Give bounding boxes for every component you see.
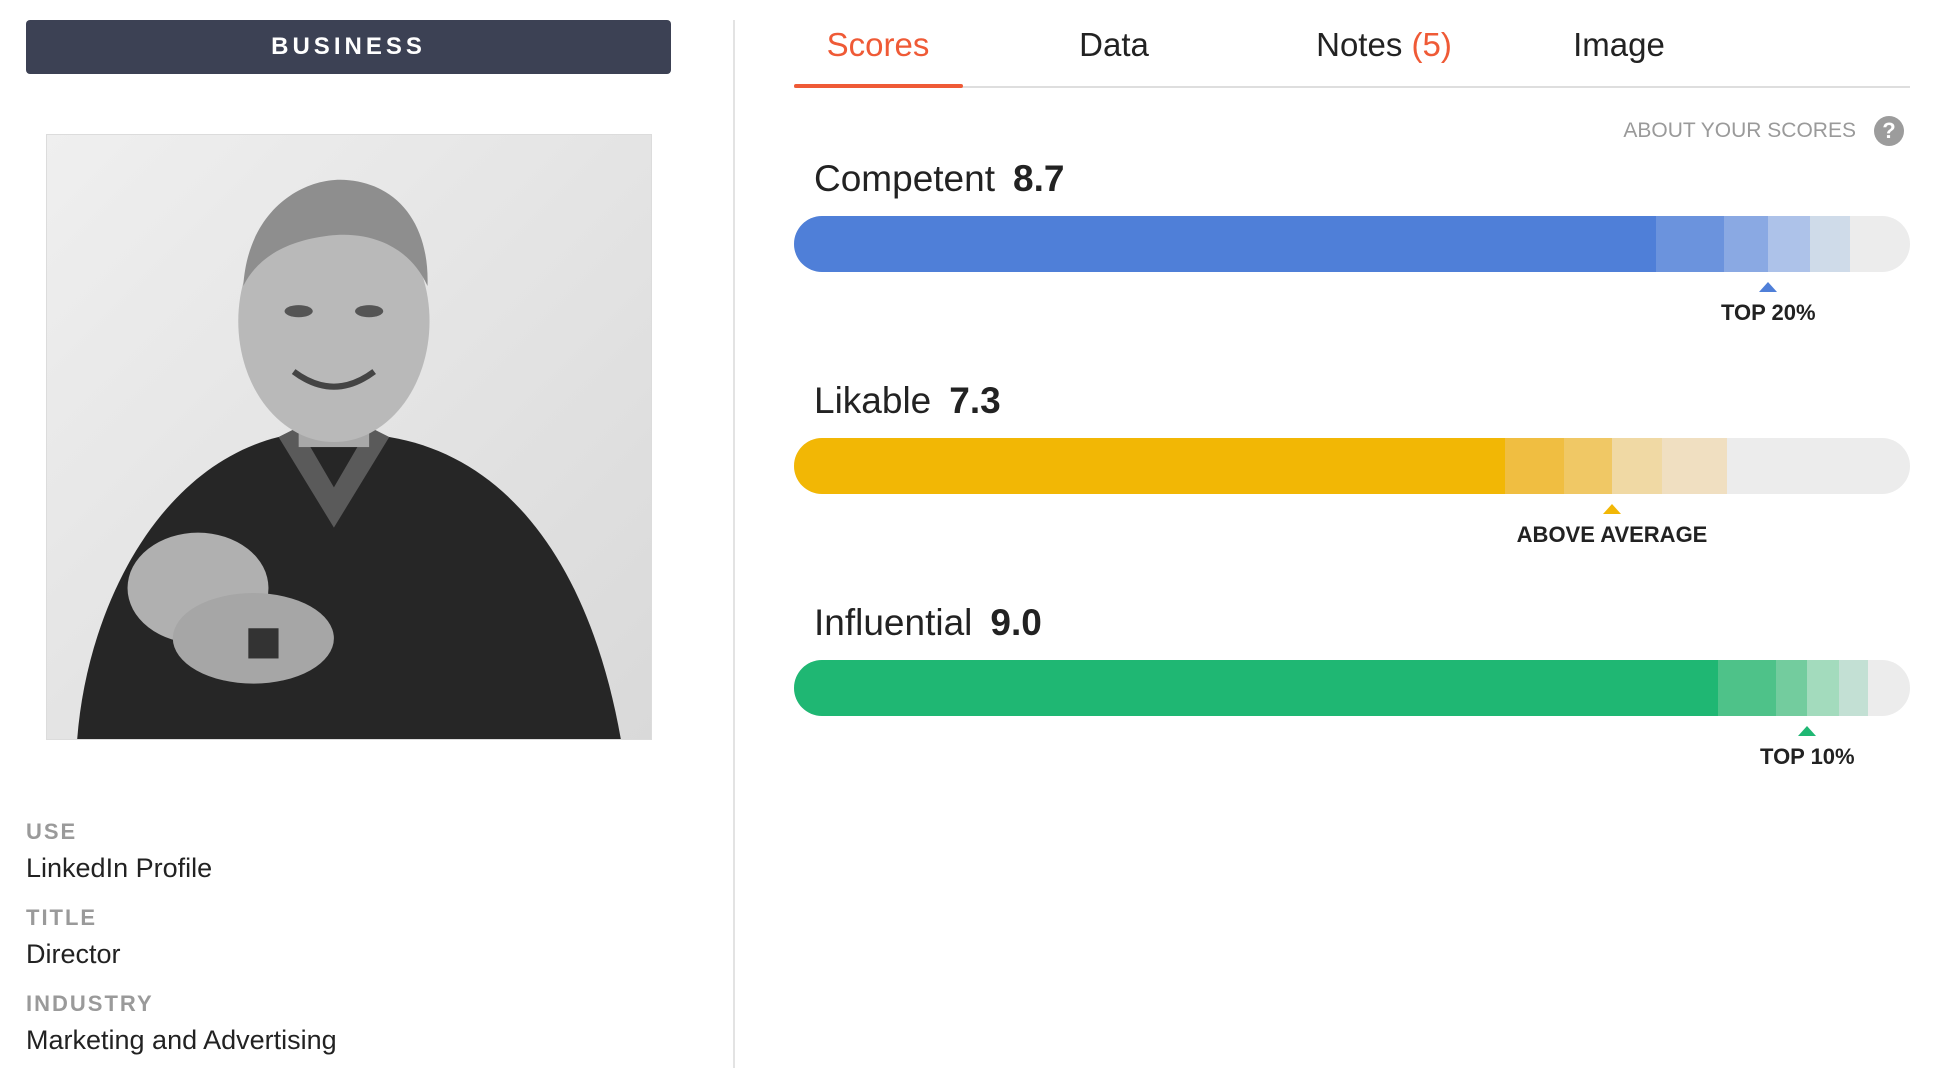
rank-marker: [1603, 504, 1622, 514]
tab-data-label: Data: [1079, 26, 1149, 63]
score-name: Influential: [814, 602, 973, 643]
score-range-shade: [1564, 438, 1613, 494]
score-value: 8.7: [1013, 158, 1065, 199]
about-scores-label: ABOUT YOUR SCORES: [1623, 119, 1856, 142]
industry-label: INDUSTRY: [26, 991, 154, 1016]
help-icon[interactable]: ?: [1874, 116, 1904, 146]
score-range-shade: [1807, 660, 1839, 716]
profile-photo[interactable]: [46, 134, 652, 740]
use-value: LinkedIn Profile: [26, 853, 213, 883]
score-competent: Competent 8.7 TOP 20%: [794, 158, 1910, 348]
score-likable: Likable 7.3 ABOVE AVERAGE: [794, 380, 1910, 570]
score-name: Likable: [814, 380, 932, 421]
score-range-shade: [1718, 660, 1777, 716]
title-label: TITLE: [26, 905, 98, 930]
score-fill: [794, 438, 1505, 494]
score-title: Competent 8.7: [814, 158, 1064, 200]
score-fill: [794, 216, 1656, 272]
score-title: Influential 9.0: [814, 602, 1042, 644]
tab-notes[interactable]: Notes (5): [1284, 26, 1484, 86]
score-range-shade: [1504, 438, 1565, 494]
tab-scores-label: Scores: [826, 26, 930, 63]
industry-value: Marketing and Advertising: [26, 1025, 337, 1055]
profile-panel: BUSINESS USE LinkedIn Profile TITLE Dire…: [0, 0, 732, 1078]
rank-marker: [1759, 282, 1778, 292]
score-fill: [794, 660, 1719, 716]
rank-label: TOP 20%: [1720, 300, 1816, 325]
score-title: Likable 7.3: [814, 380, 1001, 422]
rank-label: TOP 10%: [1760, 744, 1855, 769]
use-label: USE: [26, 819, 78, 844]
tab-scores[interactable]: Scores: [808, 26, 948, 86]
profile-meta: USE LinkedIn Profile TITLE Director INDU…: [26, 816, 706, 1074]
score-value: 9.0: [990, 602, 1042, 643]
score-range-shade: [1655, 216, 1724, 272]
tab-data[interactable]: Data: [1054, 26, 1174, 86]
score-name: Competent: [814, 158, 995, 199]
score-range-shade: [1612, 438, 1663, 494]
tab-image-label: Image: [1573, 26, 1665, 63]
panel-divider: [733, 20, 735, 1068]
score-bar: [794, 216, 1910, 272]
score-range-shade: [1809, 216, 1850, 272]
score-range-shade: [1838, 660, 1868, 716]
score-bar: [794, 660, 1910, 716]
rank-marker: [1798, 726, 1817, 736]
category-header: BUSINESS: [26, 20, 671, 74]
score-range-shade: [1662, 438, 1727, 494]
active-tab-indicator: [794, 84, 963, 88]
score-range-shade: [1776, 660, 1808, 716]
tab-bar: Scores Data Notes (5) Image: [794, 0, 1910, 88]
tab-notes-label: Notes: [1316, 26, 1403, 63]
about-scores-link[interactable]: ABOUT YOUR SCORES ?: [1623, 116, 1904, 146]
score-influential: Influential 9.0 TOP 10%: [794, 602, 1910, 792]
score-value: 7.3: [949, 380, 1001, 421]
score-range-shade: [1768, 216, 1810, 272]
app-root: BUSINESS USE LinkedIn Profile TITLE Dire…: [0, 0, 1936, 1078]
portrait-image: [47, 135, 651, 739]
score-bar: [794, 438, 1910, 494]
tab-image[interactable]: Image: [1544, 26, 1694, 86]
rank-label: ABOVE AVERAGE: [1516, 522, 1708, 547]
score-range-shade: [1723, 216, 1769, 272]
notes-count-badge: (5): [1411, 26, 1452, 63]
title-value: Director: [26, 939, 121, 969]
